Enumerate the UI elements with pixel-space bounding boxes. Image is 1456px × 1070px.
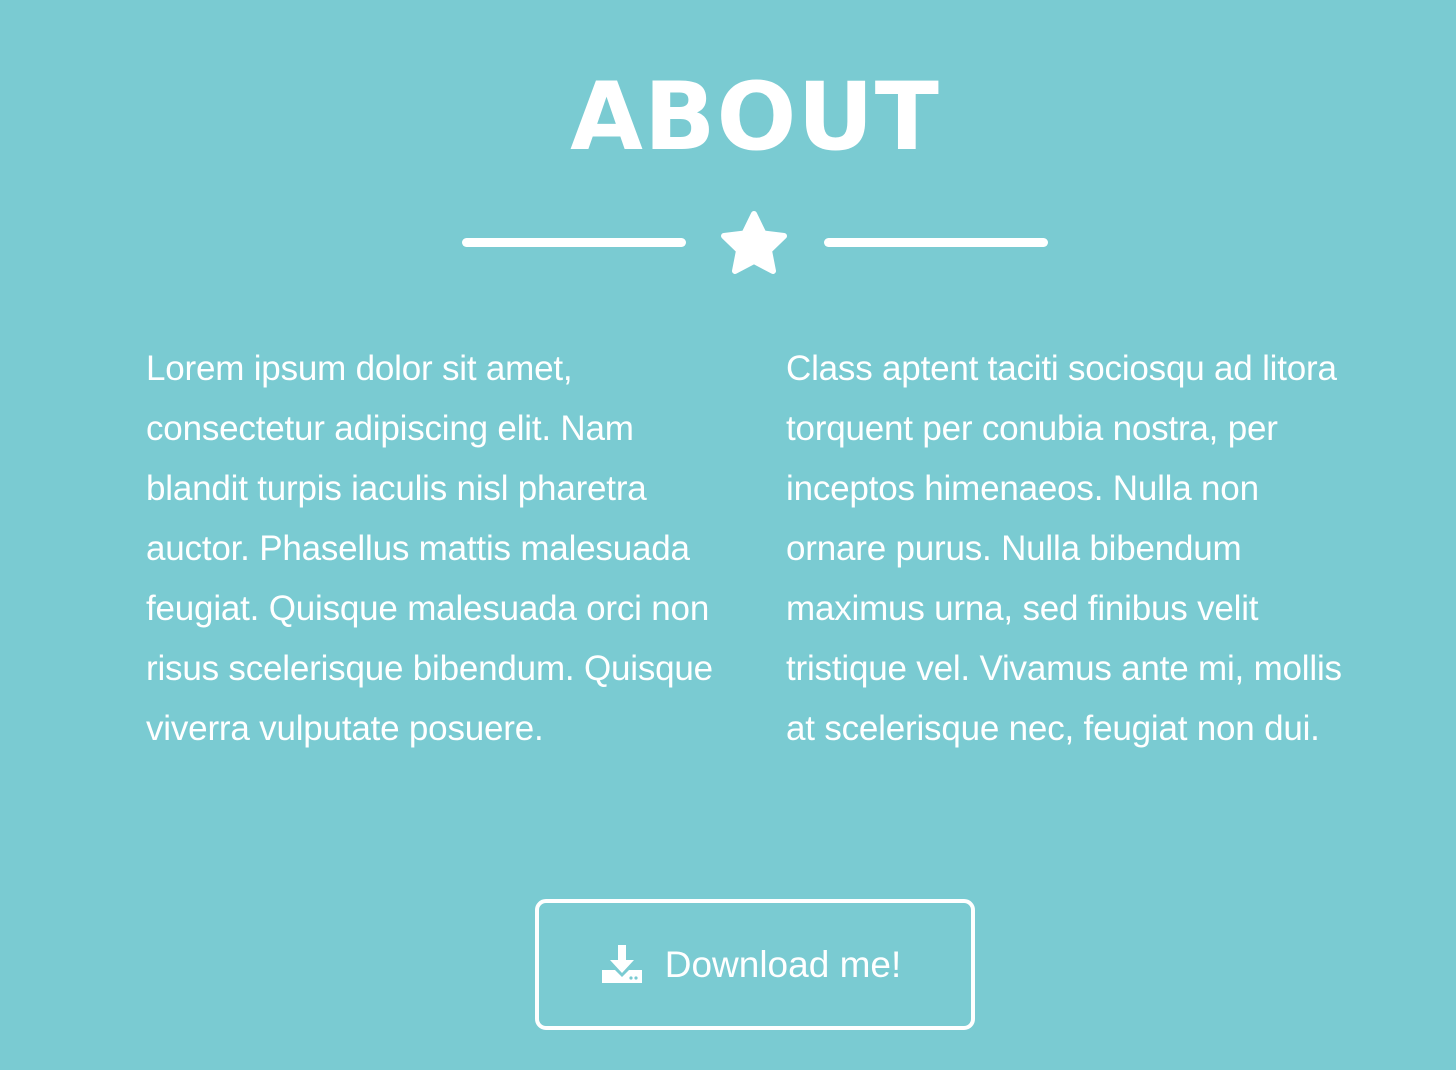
star-icon bbox=[721, 211, 787, 274]
download-icon bbox=[601, 944, 642, 983]
about-section: ABOUT Lorem ipsum dolor sit amet, consec… bbox=[0, 0, 1456, 1070]
download-button[interactable]: Download me! bbox=[535, 899, 975, 1030]
download-button-label: Download me! bbox=[664, 943, 902, 985]
section-title: ABOUT bbox=[570, 63, 940, 172]
about-paragraph-left: Lorem ipsum dolor sit amet, consectetur … bbox=[146, 349, 713, 748]
divider-line-left bbox=[462, 238, 686, 247]
star-divider bbox=[462, 206, 1048, 278]
divider-line-right bbox=[824, 238, 1048, 247]
about-paragraph-right: Class aptent taciti sociosqu ad litora t… bbox=[786, 349, 1342, 748]
